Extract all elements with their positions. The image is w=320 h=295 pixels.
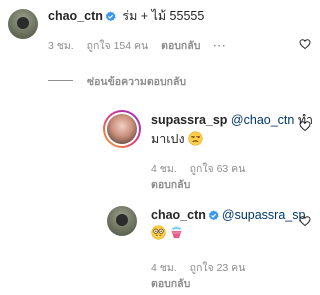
reply-chao: chao_ctn @supassra_sp 4 ชม. ถูกใจ 23 คน … bbox=[0, 200, 320, 295]
more-options-icon[interactable]: ··· bbox=[213, 40, 227, 52]
comment-thread: { "comments": [ { "username": "chao_ctn"… bbox=[0, 0, 320, 295]
reply-meta-2: ตอบกลับ bbox=[151, 278, 200, 291]
reply-text-2: มาเปง bbox=[151, 132, 185, 146]
username-chao[interactable]: chao_ctn bbox=[151, 208, 206, 222]
reply-supassra: supassra_sp @chao_ctn ทำ มาเปง 4 ชม. ถูก… bbox=[0, 100, 320, 191]
mention-link[interactable]: @chao_ctn bbox=[231, 113, 294, 127]
comment-time[interactable]: 3 ชม. bbox=[48, 40, 74, 52]
reply-button[interactable]: ตอบกลับ bbox=[161, 40, 200, 52]
reply-meta-2: ตอบกลับ bbox=[151, 179, 200, 192]
reply-likes[interactable]: ถูกใจ 63 คน bbox=[190, 163, 246, 175]
hide-replies-button[interactable]: ซ่อนข้อความตอบกลับ bbox=[87, 73, 186, 90]
reply-text-line1: chao_ctn @supassra_sp bbox=[151, 208, 305, 225]
shaved-ice-icon bbox=[169, 225, 184, 244]
heart-icon[interactable] bbox=[299, 38, 311, 50]
reply-text-line2 bbox=[151, 225, 184, 244]
reply-meta: 4 ชม. ถูกใจ 63 คน bbox=[151, 163, 255, 176]
reply-likes[interactable]: ถูกใจ 23 คน bbox=[190, 262, 246, 274]
comment-text: ร่ม + ไม้ 55555 bbox=[118, 9, 205, 23]
avatar-chao[interactable] bbox=[8, 9, 38, 39]
username-supassra[interactable]: supassra_sp bbox=[151, 113, 227, 127]
comment-chao: chao_ctn ร่ม + ไม้ 55555 3 ชม. ถูกใจ 154… bbox=[0, 0, 320, 60]
replies-divider-line bbox=[48, 80, 73, 81]
comment-likes[interactable]: ถูกใจ 154 คน bbox=[87, 40, 149, 52]
story-ring[interactable] bbox=[103, 110, 141, 148]
verified-badge-icon bbox=[208, 210, 219, 225]
reply-text-line2: มาเปง bbox=[151, 131, 203, 150]
heart-icon[interactable] bbox=[299, 120, 311, 132]
reply-time[interactable]: 4 ชม. bbox=[151, 163, 177, 175]
unamused-face-icon bbox=[188, 131, 203, 150]
nerd-face-icon bbox=[151, 225, 166, 244]
username-chao[interactable]: chao_ctn bbox=[48, 9, 103, 23]
mention-link[interactable]: @supassra_sp bbox=[222, 208, 306, 222]
avatar-supassra bbox=[107, 114, 137, 144]
reply-meta: 4 ชม. ถูกใจ 23 คน bbox=[151, 262, 255, 275]
comment-meta: 3 ชม. ถูกใจ 154 คน ตอบกลับ ··· bbox=[48, 40, 237, 53]
reply-button[interactable]: ตอบกลับ bbox=[151, 179, 190, 191]
heart-icon[interactable] bbox=[299, 215, 311, 227]
reply-button[interactable]: ตอบกลับ bbox=[151, 278, 190, 290]
reply-time[interactable]: 4 ชม. bbox=[151, 262, 177, 274]
comment-text-line: chao_ctn ร่ม + ไม้ 55555 bbox=[48, 9, 204, 26]
verified-badge-icon bbox=[105, 11, 116, 26]
avatar-chao[interactable] bbox=[107, 206, 137, 236]
reply-text-line1: supassra_sp @chao_ctn ทำ bbox=[151, 113, 313, 128]
